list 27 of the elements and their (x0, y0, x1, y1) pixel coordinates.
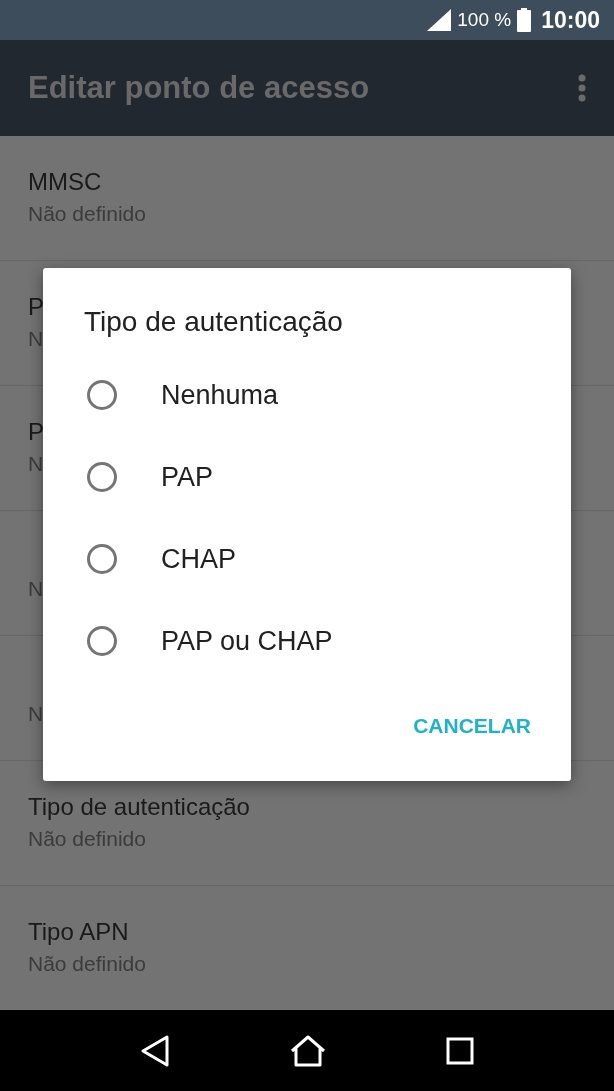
radio-option[interactable]: PAP ou CHAP (43, 600, 571, 682)
recents-icon[interactable] (446, 1036, 474, 1065)
radio-button[interactable] (87, 626, 117, 656)
radio-button[interactable] (87, 544, 117, 574)
battery-icon (517, 8, 532, 32)
battery-percent: 100 % (457, 9, 512, 31)
dialog-title: Tipo de autenticação (84, 306, 343, 338)
back-icon[interactable] (140, 1034, 170, 1067)
clock: 10:00 (541, 6, 600, 34)
screen-title: Editar ponto de acesso (28, 70, 370, 106)
signal-icon (427, 9, 452, 31)
radio-option[interactable]: Nenhuma (43, 354, 571, 436)
radio-button[interactable] (87, 380, 117, 410)
home-icon[interactable] (290, 1034, 326, 1067)
setting-value: Não definido (28, 827, 146, 851)
overflow-menu-icon[interactable] (578, 74, 586, 102)
radio-option[interactable]: CHAP (43, 518, 571, 600)
radio-button[interactable] (87, 462, 117, 492)
radio-option[interactable]: PAP (43, 436, 571, 518)
setting-item[interactable]: MMSC Não definido (0, 136, 614, 261)
setting-title: Tipo de autenticação (28, 793, 250, 821)
setting-title: MMSC (28, 168, 102, 196)
setting-title: Tipo APN (28, 918, 129, 946)
setting-value: Não definido (28, 202, 146, 226)
setting-title: P (28, 293, 44, 321)
setting-value: Não definido (28, 952, 146, 976)
setting-title: P (28, 418, 44, 446)
